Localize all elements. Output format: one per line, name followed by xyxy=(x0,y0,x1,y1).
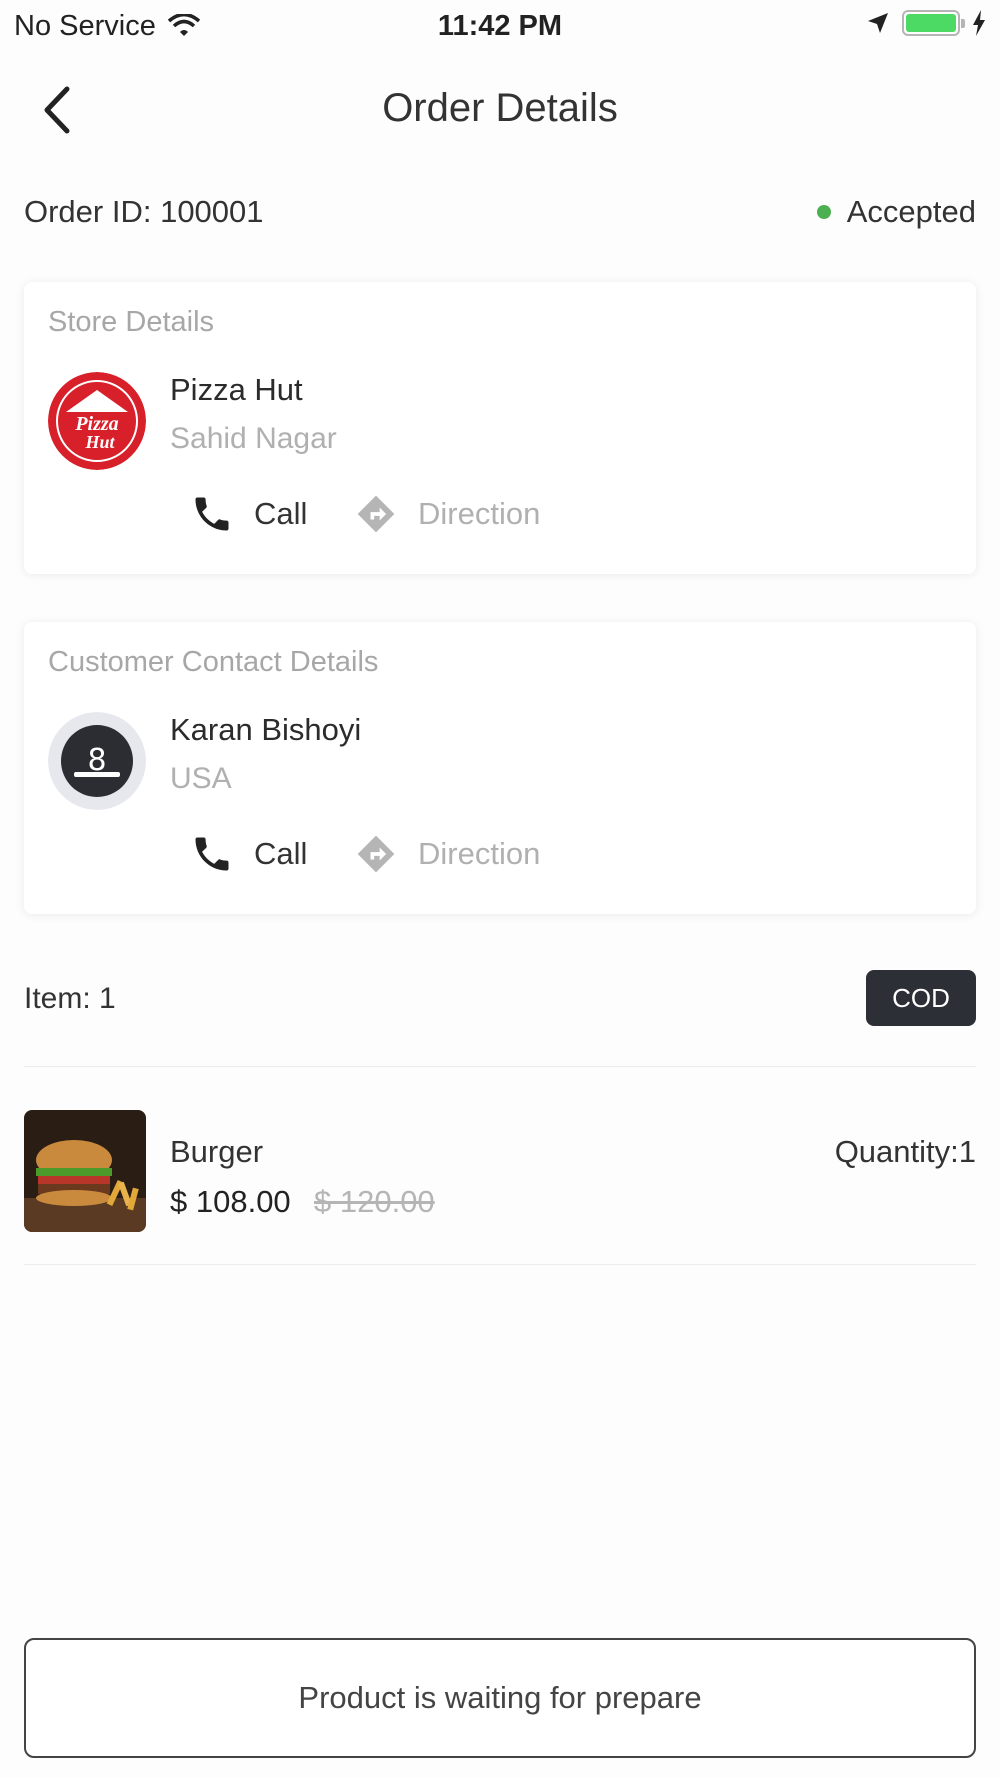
product-name: Burger xyxy=(170,1134,264,1169)
pizza-hut-logo: Pizza Hut xyxy=(48,372,146,470)
customer-location: USA xyxy=(170,762,232,795)
page-title: Order Details xyxy=(382,86,618,130)
store-name: Pizza Hut xyxy=(170,372,303,407)
list-item[interactable]: Burger $ 108.00 $ 120.00 Quantity:1 xyxy=(24,1110,976,1240)
battery-level xyxy=(906,14,956,32)
items-count: Item: 1 xyxy=(24,982,116,1015)
phone-icon xyxy=(195,837,229,871)
charging-bolt-icon xyxy=(973,10,985,36)
location-arrow-icon xyxy=(868,13,888,33)
store-section-title: Store Details xyxy=(48,306,215,338)
divider xyxy=(24,1066,976,1067)
customer-direction-label: Direction xyxy=(418,836,541,871)
product-quantity: Quantity:1 xyxy=(834,1134,976,1169)
order-id: Order ID: 100001 xyxy=(24,194,264,229)
store-direction-button[interactable]: Direction xyxy=(354,492,540,536)
status-label: Accepted xyxy=(846,194,976,229)
product-price: $ 108.00 xyxy=(170,1184,291,1219)
direction-icon xyxy=(357,495,395,533)
direction-icon xyxy=(357,835,395,873)
payment-badge: COD xyxy=(866,970,976,1026)
customer-name: Karan Bishoyi xyxy=(170,712,362,747)
prepare-status-button[interactable]: Product is waiting for prepare xyxy=(24,1638,976,1758)
store-location: Sahid Nagar xyxy=(170,422,337,455)
phone-icon xyxy=(195,497,229,531)
nav-bar: Order Details xyxy=(0,60,1000,160)
status-right xyxy=(866,10,986,36)
store-call-button[interactable]: Call xyxy=(190,492,307,536)
customer-section-title: Customer Contact Details xyxy=(48,646,379,678)
customer-call-label: Call xyxy=(254,836,308,871)
customer-direction-button[interactable]: Direction xyxy=(354,832,540,876)
customer-avatar: 8 xyxy=(48,712,146,810)
burger-image xyxy=(24,1110,146,1232)
product-old-price: $ 120.00 xyxy=(314,1184,435,1219)
order-summary: Order ID: 100001 Accepted xyxy=(24,190,976,234)
status-bar: No Service 11:42 PM xyxy=(0,0,1000,52)
store-call-label: Call xyxy=(254,496,308,531)
battery-icon xyxy=(902,10,965,36)
store-direction-label: Direction xyxy=(418,496,541,531)
svg-text:Hut: Hut xyxy=(84,432,115,452)
items-header: Item: 1 COD xyxy=(24,970,976,1028)
order-status: Accepted xyxy=(816,194,976,230)
store-details-card: Store Details Pizza Hut Pizza Hut Sahid … xyxy=(24,282,976,574)
status-dot-icon xyxy=(816,205,831,219)
divider xyxy=(24,1264,976,1265)
status-time: 11:42 PM xyxy=(437,10,563,42)
customer-details-card: Customer Contact Details 8 Karan Bishoyi… xyxy=(24,622,976,914)
customer-call-button[interactable]: Call xyxy=(190,832,307,876)
